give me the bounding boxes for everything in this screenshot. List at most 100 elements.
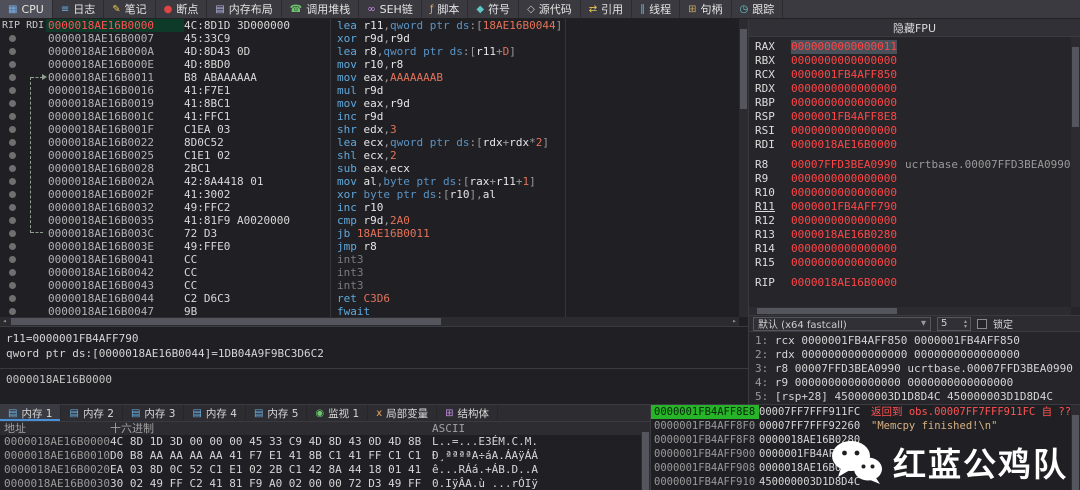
disasm-row[interactable]: 0000018AE16B0032 49:FFC2 inc r10 [0,201,739,214]
tab-handles[interactable]: ⊞ 句柄 [680,0,732,18]
disassembly-panel[interactable]: RIP RDI 0000018AE16B0000 4C:8D1D 3D000000 l… [0,19,748,326]
dump-row[interactable]: 0000018AE16B0010 D0 B8 AA AA AA AA 41 F7 … [0,449,650,463]
tab-log[interactable]: ≡ 日志 [53,0,105,18]
tab-cpu[interactable]: ▦ CPU [0,0,53,18]
scrollbar-thumb[interactable] [1072,415,1079,490]
tab-notes[interactable]: ✎ 笔记 [104,0,156,18]
disasm-row[interactable]: 0000018AE16B0025 C1E1 02 shl ecx,2 [0,149,739,162]
breakpoint-dot[interactable] [9,139,16,146]
dump-view[interactable]: 0000018AE16B0000 4C 8D 1D 3D 00 00 00 45 … [0,435,650,490]
stack-row[interactable]: 0000001FB4AFF8F0 00007FF7FFF92260 "Memcpy … [651,419,1080,433]
disasm-hscrollbar[interactable]: ◂ ▸ [0,317,739,326]
disasm-row[interactable]: 0000018AE16B001F C1EA 03 shr edx,3 [0,123,739,136]
register-row-r9[interactable]: R9 0000000000000000 [749,172,1080,186]
tab-threads[interactable]: ∥ 线程 [632,0,681,18]
tab-dump-1[interactable]: ▤ 内存 1 [0,405,62,421]
registers-panel[interactable]: RAX 0000000000000011 RBX 0000000000000000 RC… [749,37,1080,307]
disasm-row[interactable]: 0000018AE16B000A 4D:8D43 0D lea r8,qword p… [0,45,739,58]
arg-count-spinner[interactable]: 5 ▴ ▾ [937,316,971,331]
disasm-row[interactable]: 0000018AE16B0028 2BC1 sub eax,ecx [0,162,739,175]
argument-row[interactable]: 4: r9 0000000000000000 0000000000000000 [755,376,1080,390]
tab-dump-3[interactable]: ▤ 内存 3 [123,405,185,421]
disasm-row[interactable]: 0000018AE16B0043 CC int3 [0,279,739,292]
breakpoint-dot[interactable] [9,308,16,315]
stack-vscrollbar[interactable] [1071,405,1080,490]
disasm-row[interactable]: 0000018AE16B0019 41:8BC1 mov eax,r9d [0,97,739,110]
register-row-r14[interactable]: R14 0000000000000000 [749,242,1080,256]
argument-row[interactable]: 1: rcx 0000001FB4AFF850 0000001FB4AFF850 [755,334,1080,348]
breakpoint-dot[interactable] [9,230,16,237]
tab-dump-2[interactable]: ▤ 内存 2 [61,405,123,421]
tab-references[interactable]: ⇄ 引用 [581,0,633,18]
breakpoint-dot[interactable] [9,165,16,172]
scroll-right-icon[interactable]: ▸ [730,317,739,326]
tab-call-stack[interactable]: ☎ 调用堆栈 [282,0,360,18]
scrollbar-thumb[interactable] [757,308,897,314]
disasm-row[interactable]: 0000018AE16B0011 B8 ABAAAAAA mov eax,AAAAA… [0,71,739,84]
breakpoint-dot[interactable] [9,217,16,224]
tab-memory-map[interactable]: ▤ 内存布局 [207,0,282,18]
argument-row[interactable]: 5: [rsp+28] 450000003D1D8D4C 450000003D1… [755,390,1080,404]
breakpoint-dot[interactable] [9,61,16,68]
scrollbar-thumb[interactable] [11,318,441,325]
register-row-r11[interactable]: R11 0000001FB4AFF790 [749,200,1080,214]
disasm-row[interactable]: 0000018AE16B003E 49:FFE0 jmp r8 [0,240,739,253]
dump-vscrollbar[interactable] [641,422,650,490]
breakpoint-dot[interactable] [9,243,16,250]
dump-row[interactable]: 0000018AE16B0000 4C 8D 1D 3D 00 00 00 45 … [0,435,650,449]
breakpoint-dot[interactable] [9,35,16,42]
breakpoint-dot[interactable] [9,126,16,133]
tab-symbols[interactable]: ◆ 符号 [468,0,520,18]
breakpoint-dot[interactable] [9,191,16,198]
disasm-vscrollbar[interactable] [739,19,748,317]
tab-seh-chain[interactable]: ∞ SEH链 [359,0,422,18]
scrollbar-thumb[interactable] [642,432,649,490]
register-row-rdi[interactable]: RDI 0000018AE16B0000 [749,138,1080,152]
register-row-r10[interactable]: R10 0000000000000000 [749,186,1080,200]
disasm-row[interactable]: 0000018AE16B0007 45:33C9 xor r9d,r9d [0,32,739,45]
tab-locals[interactable]: x 局部变量 [368,405,438,421]
disasm-row[interactable]: 0000018AE16B001C 41:FFC1 inc r9d [0,110,739,123]
scrollbar-thumb[interactable] [1072,47,1079,127]
disasm-row[interactable]: 0000018AE16B002A 42:8A4418 01 mov al,byte … [0,175,739,188]
argument-row[interactable]: 2: rdx 0000000000000000 0000000000000000 [755,348,1080,362]
breakpoint-dot[interactable] [9,100,16,107]
disasm-row[interactable]: 0000018AE16B002F 41:3002 xor byte ptr ds:[… [0,188,739,201]
breakpoint-dot[interactable] [9,74,16,81]
disasm-row[interactable]: 0000018AE16B0016 41:F7E1 mul r9d [0,84,739,97]
register-row-rcx[interactable]: RCX 0000001FB4AFF850 [749,68,1080,82]
argument-row[interactable]: 3: r8 00007FFD3BEA0990 ucrtbase.00007FFD… [755,362,1080,376]
disasm-row[interactable]: 0000018AE16B0044 C2 D6C3 ret C3D6 [0,292,739,305]
register-row-rsp[interactable]: RSP 0000001FB4AFF8E8 [749,110,1080,124]
registers-hscrollbar[interactable] [749,307,1071,315]
breakpoint-dot[interactable] [9,295,16,302]
dump-row[interactable]: 0000018AE16B0030 30 02 49 FF C2 41 81 F9 … [0,477,650,490]
register-row-r13[interactable]: R13 0000018AE16B0280 [749,228,1080,242]
register-row-rbx[interactable]: RBX 0000000000000000 [749,54,1080,68]
lock-checkbox[interactable] [977,318,987,329]
disasm-row[interactable]: 0000018AE16B0047 9B fwait [0,305,739,317]
disasm-row[interactable]: 0000018AE16B0042 CC int3 [0,266,739,279]
disasm-row[interactable]: 0000018AE16B0022 8D0C52 lea ecx,qword ptr … [0,136,739,149]
disasm-row[interactable]: RIP RDI 0000018AE16B0000 4C:8D1D 3D000000 l… [0,19,739,32]
register-row-rip[interactable]: RIP 0000018AE16B0000 [749,276,1080,290]
hide-fpu-button[interactable]: 隐藏FPU [893,20,936,36]
tab-source[interactable]: ◇ 源代码 [519,0,581,18]
register-row-rsi[interactable]: RSI 0000000000000000 [749,124,1080,138]
disasm-row[interactable]: 0000018AE16B0041 CC int3 [0,253,739,266]
register-row-r8[interactable]: R8 00007FFD3BEA0990 ucrtbase.00007FFD3BEA0… [749,158,1080,172]
disasm-row[interactable]: 0000018AE16B000E 4D:8BD0 mov r10,r8 [0,58,739,71]
register-row-r12[interactable]: R12 0000000000000000 [749,214,1080,228]
register-row-r15[interactable]: R15 0000000000000000 [749,256,1080,270]
tab-breakpoints[interactable]: ● 断点 [156,0,208,18]
stack-row[interactable]: 0000001FB4AFF8E8 00007FF7FFF911FC 返回到 obs.… [651,405,1080,419]
tab-struct[interactable]: ⊞ 结构体 [437,405,498,421]
tab-dump-5[interactable]: ▤ 内存 5 [246,405,308,421]
breakpoint-dot[interactable] [9,113,16,120]
breakpoint-dot[interactable] [9,178,16,185]
tab-watch-1[interactable]: ◉ 监视 1 [307,405,369,421]
breakpoint-dot[interactable] [9,282,16,289]
breakpoint-dot[interactable] [9,204,16,211]
scrollbar-thumb[interactable] [740,29,747,109]
breakpoint-dot[interactable] [9,87,16,94]
